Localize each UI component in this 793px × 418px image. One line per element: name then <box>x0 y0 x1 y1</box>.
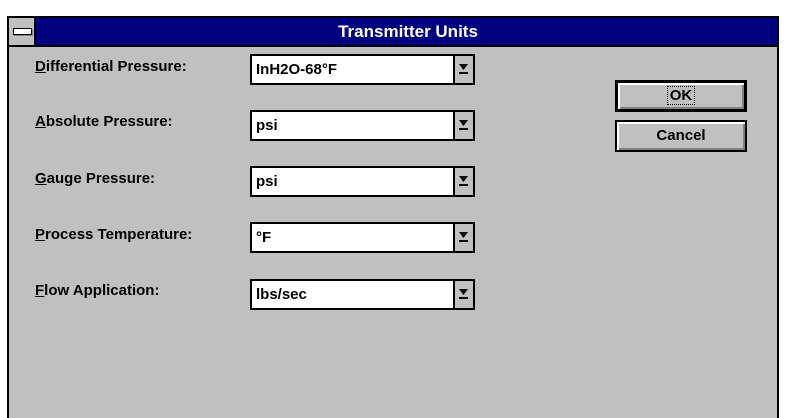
differential-pressure-label: Differential Pressure: <box>35 58 187 75</box>
system-menu-icon <box>13 28 32 35</box>
process-temperature-label: Process Temperature: <box>35 226 193 243</box>
flow-application-select[interactable]: lbs/sec <box>250 279 475 310</box>
gauge-pressure-value: psi <box>256 173 278 190</box>
dropdown-arrow-icon[interactable] <box>453 224 473 251</box>
dropdown-arrow-icon[interactable] <box>453 168 473 195</box>
absolute-pressure-value: psi <box>256 117 278 134</box>
title-bar: Transmitter Units <box>9 18 777 47</box>
flow-application-value: lbs/sec <box>256 286 307 303</box>
system-menu-button[interactable] <box>9 18 36 45</box>
ok-button-label: OK <box>666 86 696 105</box>
gauge-pressure-select[interactable]: psi <box>250 166 475 197</box>
window-title: Transmitter Units <box>338 22 478 41</box>
dropdown-arrow-icon[interactable] <box>453 56 473 83</box>
gauge-pressure-label: Gauge Pressure: <box>35 170 156 187</box>
differential-pressure-value: InH2O-68°F <box>256 61 338 78</box>
absolute-pressure-label: Absolute Pressure: <box>35 113 173 130</box>
transmitter-units-dialog: Transmitter Units Differential Pressure:… <box>7 16 779 418</box>
differential-pressure-select[interactable]: InH2O-68°F <box>250 54 475 85</box>
cancel-button-label: Cancel <box>656 127 706 144</box>
cancel-button[interactable]: Cancel <box>615 120 747 152</box>
dropdown-arrow-icon[interactable] <box>453 112 473 139</box>
dropdown-arrow-icon[interactable] <box>453 281 473 308</box>
absolute-pressure-select[interactable]: psi <box>250 110 475 141</box>
process-temperature-select[interactable]: °F <box>250 222 475 253</box>
process-temperature-value: °F <box>256 229 272 246</box>
ok-button[interactable]: OK <box>615 80 747 112</box>
flow-application-label: Flow Application: <box>35 282 160 299</box>
